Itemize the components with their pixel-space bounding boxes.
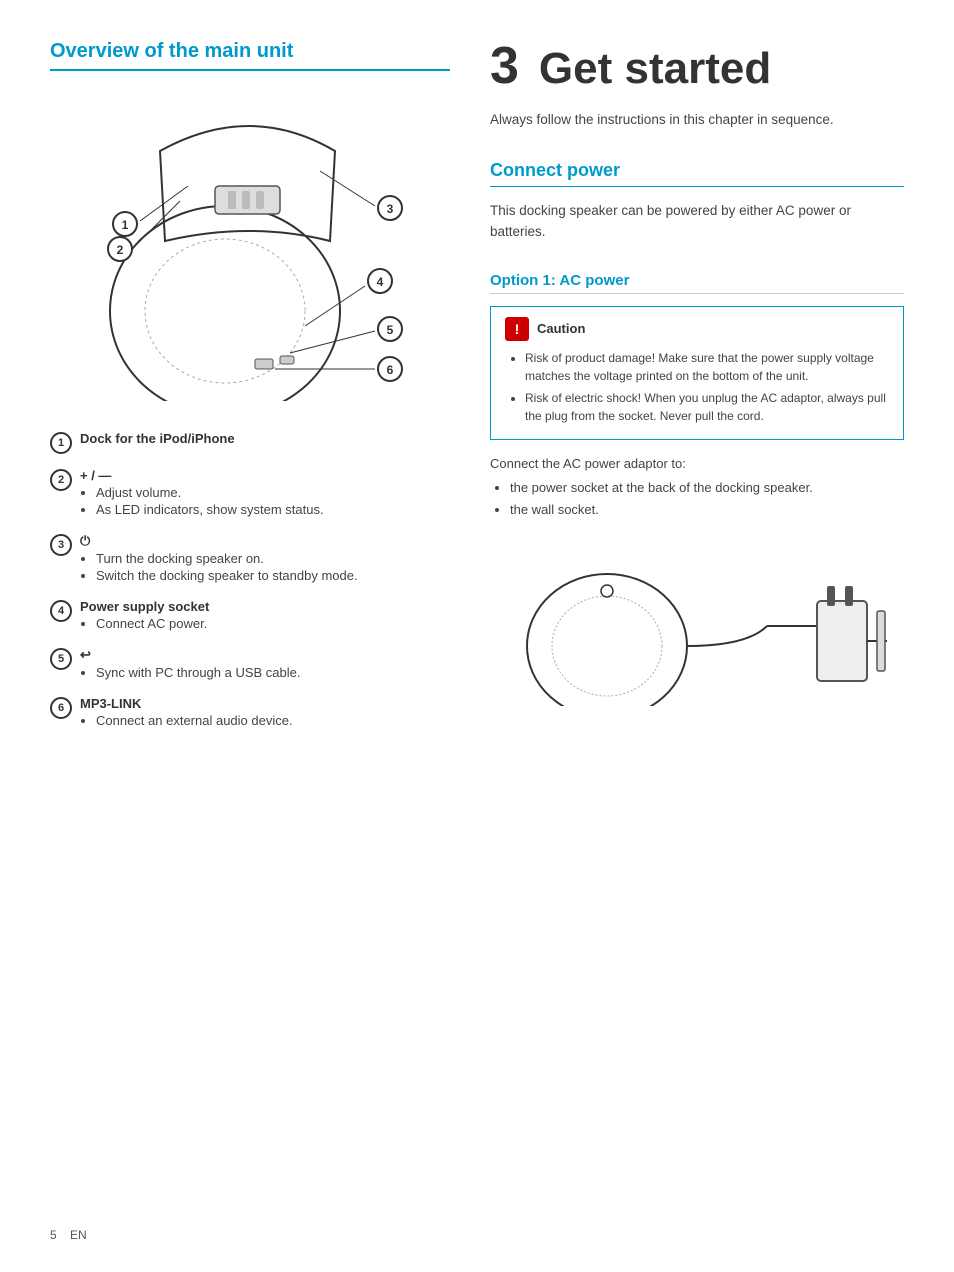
- chapter-title: Get started: [539, 44, 771, 94]
- caution-icon: !: [505, 317, 529, 341]
- caution-label: Caution: [537, 321, 585, 336]
- label-circle-6: 6: [50, 697, 72, 719]
- section-title: Overview of the main unit: [50, 40, 450, 71]
- connect-ac-label: Connect the AC power adaptor to:: [490, 456, 904, 471]
- label-content-3: ⏻ Turn the docking speaker on. Switch th…: [80, 533, 450, 585]
- label-circle-5: 5: [50, 648, 72, 670]
- label-bullets-2: Adjust volume. As LED indicators, show s…: [96, 485, 450, 517]
- right-column: 3 Get started Always follow the instruct…: [490, 40, 904, 1232]
- label-title-3: ⏻: [80, 533, 450, 549]
- label-bullets-5: Sync with PC through a USB cable.: [96, 665, 450, 680]
- label-item-5: 5 ↩ Sync with PC through a USB cable.: [50, 647, 450, 682]
- label-circle-1: 1: [50, 432, 72, 454]
- label-content-4: Power supply socket Connect AC power.: [80, 599, 450, 633]
- label-bullets-4: Connect AC power.: [96, 616, 450, 631]
- label-title-2: + / —: [80, 468, 450, 483]
- page-footer: 5 EN: [50, 1228, 87, 1242]
- caution-bullet-1: Risk of product damage! Make sure that t…: [525, 349, 889, 385]
- connect-ac-bullets: the power socket at the back of the dock…: [510, 477, 904, 521]
- chapter-intro: Always follow the instructions in this c…: [490, 110, 904, 130]
- label-item-3: 3 ⏻ Turn the docking speaker on. Switch …: [50, 533, 450, 585]
- label-circle-3: 3: [50, 534, 72, 556]
- label-bullet-3-1: Turn the docking speaker on.: [96, 551, 450, 566]
- label-bullet-4-1: Connect AC power.: [96, 616, 450, 631]
- page-language: EN: [70, 1228, 87, 1242]
- svg-text:3: 3: [387, 202, 394, 216]
- page-number: 5: [50, 1228, 57, 1242]
- label-title-1: Dock for the iPod/iPhone: [80, 431, 450, 446]
- svg-text:5: 5: [387, 323, 394, 337]
- label-list: 1 Dock for the iPod/iPhone 2 + / — Adjus…: [50, 431, 450, 730]
- label-bullet-5-1: Sync with PC through a USB cable.: [96, 665, 450, 680]
- left-column: Overview of the main unit: [50, 40, 450, 1232]
- label-bullet-3-2: Switch the docking speaker to standby mo…: [96, 568, 450, 583]
- caution-box: ! Caution Risk of product damage! Make s…: [490, 306, 904, 440]
- chapter-header-row: 3 Get started: [490, 40, 904, 94]
- connect-power-desc: This docking speaker can be powered by e…: [490, 201, 904, 242]
- label-bullets-3: Turn the docking speaker on. Switch the …: [96, 551, 450, 583]
- chapter-number: 3: [490, 40, 519, 92]
- label-title-4: Power supply socket: [80, 599, 450, 614]
- connect-ac-bullet-2: the wall socket.: [510, 499, 904, 521]
- label-bullet-2-1: Adjust volume.: [96, 485, 450, 500]
- power-illustration: [490, 541, 904, 711]
- label-title-5: ↩: [80, 647, 450, 663]
- power-svg: [507, 546, 887, 706]
- label-title-6: MP3-LINK: [80, 696, 450, 711]
- svg-text:2: 2: [117, 243, 124, 257]
- label-bullets-6: Connect an external audio device.: [96, 713, 450, 728]
- caution-bullets: Risk of product damage! Make sure that t…: [525, 349, 889, 425]
- connect-ac-bullet-1: the power socket at the back of the dock…: [510, 477, 904, 499]
- label-item-1: 1 Dock for the iPod/iPhone: [50, 431, 450, 454]
- label-bullet-2-2: As LED indicators, show system status.: [96, 502, 450, 517]
- label-content-5: ↩ Sync with PC through a USB cable.: [80, 647, 450, 682]
- label-content-6: MP3-LINK Connect an external audio devic…: [80, 696, 450, 730]
- svg-text:1: 1: [122, 218, 129, 232]
- chapter-header: 3 Get started Always follow the instruct…: [490, 40, 904, 130]
- label-bullet-6-1: Connect an external audio device.: [96, 713, 450, 728]
- label-content-2: + / — Adjust volume. As LED indicators, …: [80, 468, 450, 519]
- label-item-2: 2 + / — Adjust volume. As LED indicators…: [50, 468, 450, 519]
- option1-title: Option 1: AC power: [490, 272, 904, 294]
- label-content-1: Dock for the iPod/iPhone: [80, 431, 450, 448]
- connect-power-title: Connect power: [490, 160, 904, 187]
- svg-text:6: 6: [387, 363, 394, 377]
- device-illustration: 1 2 3 4 5 6: [80, 91, 420, 401]
- caution-bullet-2: Risk of electric shock! When you unplug …: [525, 389, 889, 425]
- label-item-6: 6 MP3-LINK Connect an external audio dev…: [50, 696, 450, 730]
- caution-header: ! Caution: [505, 317, 889, 341]
- label-item-4: 4 Power supply socket Connect AC power.: [50, 599, 450, 633]
- label-circle-4: 4: [50, 600, 72, 622]
- page-container: Overview of the main unit: [0, 0, 954, 1272]
- svg-text:4: 4: [377, 275, 384, 289]
- label-circle-2: 2: [50, 469, 72, 491]
- device-svg: 1 2 3 4 5 6: [80, 91, 420, 401]
